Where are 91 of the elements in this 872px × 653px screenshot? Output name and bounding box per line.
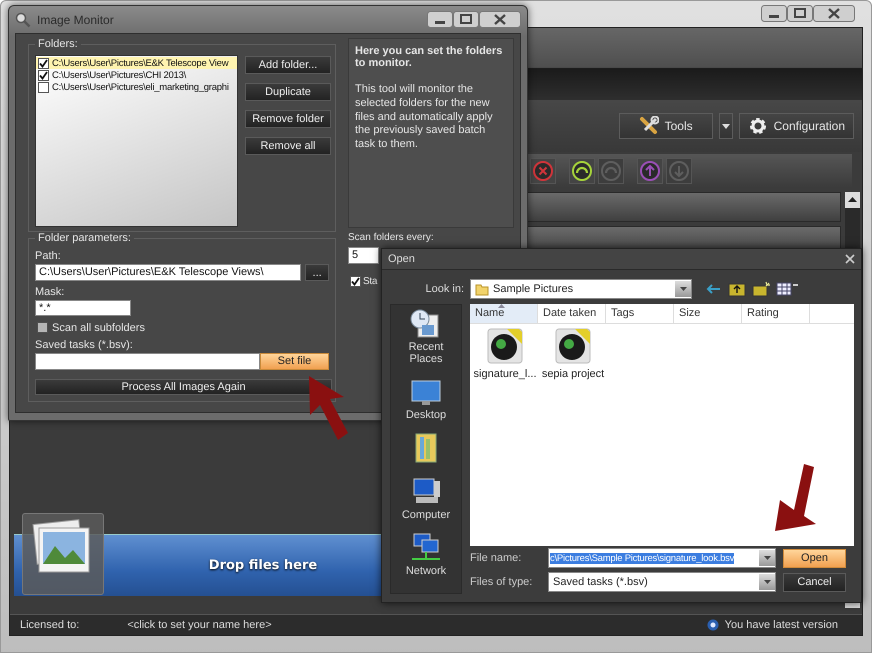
folder-path: C:\Users\User\Pictures\E&K Telescope View — [52, 58, 228, 68]
update-status: You have latest version — [724, 619, 838, 631]
window-title: Image Monitor — [37, 12, 115, 26]
configuration-button[interactable]: Configuration — [738, 113, 854, 139]
up-folder-icon[interactable] — [728, 281, 746, 297]
tools-icon — [638, 116, 659, 136]
folder-button[interactable]: Add folder... — [245, 56, 331, 74]
cancel-button[interactable] — [530, 158, 556, 184]
look-in-dropdown[interactable]: Sample Pictures — [470, 279, 692, 299]
checkbox[interactable] — [38, 82, 49, 92]
column-header[interactable]: Name — [470, 304, 538, 323]
browse-button[interactable]: ... — [305, 264, 329, 281]
file-type-dropdown[interactable]: Saved tasks (*.bsv) — [548, 572, 776, 592]
dialog-title: Open — [388, 253, 415, 265]
info-text: This tool will monitor the selected folders for the new files and automatically apply the previously saved batch task to them. — [355, 83, 494, 152]
cancel-icon — [531, 159, 555, 183]
look-in-label: Look in: — [424, 283, 464, 295]
up-button[interactable] — [569, 158, 595, 184]
folder-button[interactable]: Remove all — [245, 137, 331, 155]
caret-icon — [764, 556, 770, 560]
checkbox-label: Scan all subfolders — [52, 322, 145, 334]
annotation-arrow — [308, 375, 348, 441]
gear-icon — [748, 116, 768, 136]
mask-field[interactable]: *.* — [35, 300, 131, 316]
process-button[interactable]: Process All Images Again — [35, 378, 332, 395]
view-menu-icon[interactable] — [776, 282, 798, 296]
folder-item[interactable]: C:\Users\User\Pictures\E&K Telescope View — [36, 57, 237, 69]
annotation-arrow — [774, 464, 816, 532]
chevron-up-icon — [599, 159, 623, 183]
set-file-button[interactable]: Set file — [260, 352, 329, 370]
dropdown-button[interactable] — [718, 113, 733, 139]
mask-label: Mask: — [35, 286, 66, 298]
file-icon — [485, 326, 525, 366]
caret-icon — [680, 287, 686, 291]
new-folder-icon[interactable] — [752, 281, 770, 297]
group-label: Folder parameters: — [35, 232, 134, 244]
file-item[interactable]: sepia project — [542, 326, 604, 380]
status-dot-icon — [706, 619, 719, 631]
photo-stack-icon — [22, 513, 104, 595]
license-label: Licensed to: — [20, 619, 80, 631]
tools-button[interactable]: Tools — [618, 113, 713, 139]
maximize-icon[interactable] — [787, 5, 813, 22]
license-name-link[interactable]: <click to set your name here> — [127, 619, 272, 631]
upload-button[interactable] — [637, 158, 663, 184]
minimize-icon[interactable] — [427, 11, 453, 28]
path-label: Path: — [35, 250, 62, 262]
group-label: Folders: — [35, 38, 81, 50]
folder-button[interactable]: Remove folder — [245, 110, 331, 128]
open-button[interactable]: Open — [783, 548, 846, 568]
close-icon[interactable] — [813, 5, 855, 22]
file-type-label: Files of type: — [470, 576, 534, 588]
scan-interval-field[interactable]: 5 — [348, 247, 379, 264]
chevron-up-icon — [570, 159, 594, 183]
saved-tasks-field[interactable] — [35, 352, 260, 370]
folder-path: C:\Users\User\Pictures\CHI 2013\ — [52, 70, 186, 80]
arrow-up-icon — [638, 159, 662, 183]
file-item[interactable]: signature_l... — [474, 326, 536, 380]
cancel-button[interactable]: Cancel — [783, 572, 846, 592]
folder-item[interactable]: C:\Users\User\Pictures\CHI 2013\ — [36, 69, 237, 81]
close-icon[interactable] — [845, 254, 855, 264]
place-item[interactable]: Network — [406, 531, 446, 577]
info-title: Here you can set the folders to monitor. — [355, 45, 504, 69]
scroll-up-icon[interactable] — [845, 192, 860, 208]
folder-path: C:\Users\User\Pictures\eli_marketing_graphi — [52, 82, 229, 92]
caret-icon — [722, 124, 730, 128]
checkbox-label: Sta — [363, 276, 378, 287]
caret-icon — [764, 580, 770, 584]
folder-item[interactable]: C:\Users\User\Pictures\eli_marketing_graphi — [36, 81, 237, 93]
path-field[interactable]: C:\Users\User\Pictures\E&K Telescope Views\ — [35, 264, 302, 281]
file-name-field[interactable]: c\Pictures\Sample Pictures\signature_look.bsv — [548, 548, 776, 568]
arrow-down-icon — [667, 159, 691, 183]
folder-button[interactable]: Duplicate — [245, 83, 331, 101]
saved-tasks-label: Saved tasks (*.bsv): — [35, 338, 134, 351]
place-item[interactable]: Desktop — [406, 375, 446, 421]
back-icon[interactable] — [706, 282, 722, 296]
scan-interval-label: Scan folders every: — [348, 232, 434, 243]
place-item[interactable]: Computer — [402, 475, 450, 521]
place-item[interactable]: Recent Places — [391, 307, 461, 365]
file-name-label: File name: — [470, 552, 522, 564]
checkbox[interactable] — [38, 70, 49, 80]
close-icon[interactable] — [479, 11, 521, 28]
checkbox[interactable] — [37, 322, 48, 334]
file-icon — [553, 326, 593, 366]
sort-caret-icon — [498, 304, 505, 308]
minimize-icon[interactable] — [761, 5, 787, 22]
checkbox[interactable] — [38, 58, 49, 68]
maximize-icon[interactable] — [453, 11, 479, 28]
checkbox[interactable] — [350, 276, 361, 287]
magnifier-icon — [15, 12, 31, 28]
folder-icon — [475, 282, 489, 296]
drop-zone-label: Drop files here — [208, 558, 318, 573]
